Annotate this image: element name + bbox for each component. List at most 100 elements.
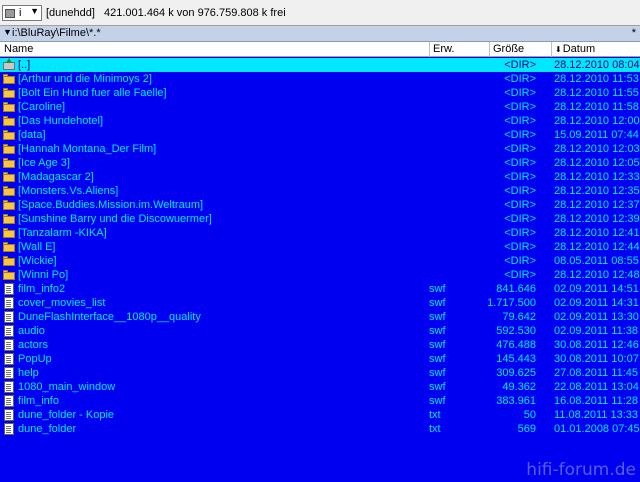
file-size: <DIR> bbox=[504, 171, 536, 183]
file-date: 28.12.2010 12:44 bbox=[554, 241, 640, 253]
file-row[interactable]: [Arthur und die Minimoys 2] <DIR> 28.12.20… bbox=[0, 72, 640, 86]
column-ext-label: Erw. bbox=[433, 43, 455, 55]
file-row[interactable]: DuneFlashInterface__1080p__quality swf 79.… bbox=[0, 310, 640, 324]
folder-icon bbox=[3, 158, 15, 168]
drive-free-space: 421.001.464 k von 976.759.808 k frei bbox=[104, 7, 286, 19]
file-ext bbox=[429, 142, 479, 156]
file-row[interactable]: film_info2 swf 841.646 02.09.2011 14:51 bbox=[0, 282, 640, 296]
file-date: 28.12.2010 12:00 bbox=[554, 115, 640, 127]
file-row[interactable]: 1080_main_window swf 49.362 22.08.2011 13:0… bbox=[0, 380, 640, 394]
file-size: <DIR> bbox=[504, 87, 536, 99]
file-row[interactable]: [Hannah Montana_Der Film] <DIR> 28.12.2010… bbox=[0, 142, 640, 156]
file-date: 02.09.2011 14:51 bbox=[554, 283, 639, 295]
file-size: <DIR> bbox=[504, 227, 536, 239]
file-row[interactable]: dune_folder - Kopie txt 50 11.08.2011 13:33 bbox=[0, 408, 640, 422]
file-date: 27.08.2011 11:45 bbox=[554, 367, 639, 379]
file-row[interactable]: [data] <DIR> 15.09.2011 07:44 bbox=[0, 128, 640, 142]
file-date: 28.12.2010 12:33 bbox=[554, 171, 640, 183]
file-name: film_info2 bbox=[18, 283, 66, 295]
file-ext: swf bbox=[429, 353, 446, 365]
file-size: 49.362 bbox=[502, 381, 536, 393]
file-date: 28.12.2010 11:53 bbox=[554, 73, 639, 85]
column-header-ext[interactable]: Erw. bbox=[430, 42, 490, 57]
file-row[interactable]: audio swf 592.530 02.09.2011 11:38 bbox=[0, 324, 640, 338]
file-ext bbox=[429, 156, 479, 170]
file-name: [..] bbox=[18, 59, 31, 71]
column-header-date[interactable]: ⬇Datum bbox=[552, 42, 640, 57]
path-dropdown-icon[interactable]: ▼ bbox=[3, 27, 12, 37]
path-filter-star[interactable]: * bbox=[632, 27, 636, 39]
file-ext bbox=[429, 100, 479, 114]
up-folder-icon bbox=[3, 58, 15, 70]
file-row[interactable]: actors swf 476.488 30.08.2011 12:46 bbox=[0, 338, 640, 352]
file-ext bbox=[429, 212, 479, 226]
file-row[interactable]: [Winni Po] <DIR> 28.12.2010 12:48 bbox=[0, 268, 640, 282]
file-name: film_info bbox=[18, 395, 59, 407]
file-size: <DIR> bbox=[504, 241, 536, 253]
folder-icon bbox=[3, 242, 15, 252]
file-row[interactable]: [Sunshine Barry und die Discowuermer] <DI… bbox=[0, 212, 640, 226]
file-row[interactable]: film_info swf 383.961 16.08.2011 11:28 bbox=[0, 394, 640, 408]
file-name: [Sunshine Barry und die Discowuermer] bbox=[18, 213, 212, 225]
file-date: 28.12.2010 11:58 bbox=[554, 101, 639, 113]
file-date: 28.12.2010 12:03 bbox=[554, 143, 640, 155]
file-row[interactable]: [Madagascar 2] <DIR> 28.12.2010 12:33 bbox=[0, 170, 640, 184]
file-row[interactable]: [Das Hundehotel] <DIR> 28.12.2010 12:00 bbox=[0, 114, 640, 128]
folder-icon bbox=[3, 214, 15, 224]
folder-icon bbox=[3, 144, 15, 154]
chevron-down-icon[interactable]: ▼ bbox=[30, 6, 39, 16]
file-name: dune_folder bbox=[18, 423, 77, 435]
file-name: [Monsters.Vs.Aliens] bbox=[18, 185, 119, 197]
file-name: [Tanzalarm -KIKA] bbox=[18, 227, 107, 239]
file-name: [Arthur und die Minimoys 2] bbox=[18, 73, 152, 85]
file-row[interactable]: help swf 309.625 27.08.2011 11:45 bbox=[0, 366, 640, 380]
file-date: 28.12.2010 12:37 bbox=[554, 199, 640, 211]
column-size-label: Größe bbox=[493, 43, 525, 55]
file-row[interactable]: [Ice Age 3] <DIR> 28.12.2010 12:05 bbox=[0, 156, 640, 170]
file-date: 02.09.2011 14:31 bbox=[554, 297, 639, 309]
drive-select[interactable]: i ▼ bbox=[2, 5, 42, 21]
file-ext: swf bbox=[429, 311, 446, 323]
file-icon bbox=[3, 367, 15, 379]
file-icon bbox=[3, 353, 15, 365]
file-row[interactable]: cover_movies_list swf 1.717.500 02.09.2011 … bbox=[0, 296, 640, 310]
file-row[interactable]: [Tanzalarm -KIKA] <DIR> 28.12.2010 12:41 bbox=[0, 226, 640, 240]
file-name: [Ice Age 3] bbox=[18, 157, 70, 169]
file-date: 08.05.2011 08:55 bbox=[554, 255, 639, 267]
file-date: 02.09.2011 11:38 bbox=[554, 325, 639, 337]
file-ext bbox=[429, 72, 479, 86]
file-row[interactable]: dune_folder txt 569 01.01.2008 07:45 bbox=[0, 422, 640, 436]
file-date: 01.01.2008 07:45 bbox=[554, 423, 640, 435]
file-date: 28.12.2010 12:41 bbox=[554, 227, 640, 239]
drive-icon bbox=[5, 9, 15, 18]
file-row[interactable]: [Wall E] <DIR> 28.12.2010 12:44 bbox=[0, 240, 640, 254]
column-name-label: Name bbox=[4, 43, 34, 55]
file-ext: swf bbox=[429, 367, 446, 379]
file-row[interactable]: PopUp swf 145.443 30.08.2011 10:07 bbox=[0, 352, 640, 366]
file-ext: swf bbox=[429, 395, 446, 407]
column-header-name[interactable]: Name bbox=[0, 42, 430, 57]
file-size: <DIR> bbox=[504, 115, 536, 127]
file-size: <DIR> bbox=[504, 199, 536, 211]
drive-bar: i ▼ [dunehdd] 421.001.464 k von 976.759.… bbox=[0, 0, 640, 26]
file-row[interactable]: [Monsters.Vs.Aliens] <DIR> 28.12.2010 12:3… bbox=[0, 184, 640, 198]
column-header-size[interactable]: Größe bbox=[490, 42, 552, 57]
file-row[interactable]: [Bolt Ein Hund fuer alle Faelle] <DIR> 28.… bbox=[0, 86, 640, 100]
path-bar[interactable]: ▼ i:\BluRay\Filme\*.* * bbox=[0, 26, 640, 42]
file-ext: swf bbox=[429, 325, 446, 337]
file-icon bbox=[3, 409, 15, 421]
file-row-cursor[interactable]: [..] <DIR> 28.12.2010 08:04 bbox=[0, 58, 640, 72]
file-size: 592.530 bbox=[496, 325, 536, 337]
file-icon bbox=[3, 339, 15, 351]
file-list: [..] <DIR> 28.12.2010 08:04 [Arthur und die… bbox=[0, 58, 640, 436]
file-date: 22.08.2011 13:04 bbox=[554, 381, 639, 393]
file-ext bbox=[429, 254, 479, 268]
file-name: [Wickie] bbox=[18, 255, 57, 267]
file-ext: swf bbox=[429, 297, 446, 309]
file-row[interactable]: [Space.Buddies.Mission.im.Weltraum] <DIR>… bbox=[0, 198, 640, 212]
file-date: 30.08.2011 12:46 bbox=[554, 339, 639, 351]
file-row[interactable]: [Caroline] <DIR> 28.12.2010 11:58 bbox=[0, 100, 640, 114]
file-row[interactable]: [Wickie] <DIR> 08.05.2011 08:55 bbox=[0, 254, 640, 268]
file-ext: txt bbox=[429, 409, 441, 421]
file-name: PopUp bbox=[18, 353, 52, 365]
